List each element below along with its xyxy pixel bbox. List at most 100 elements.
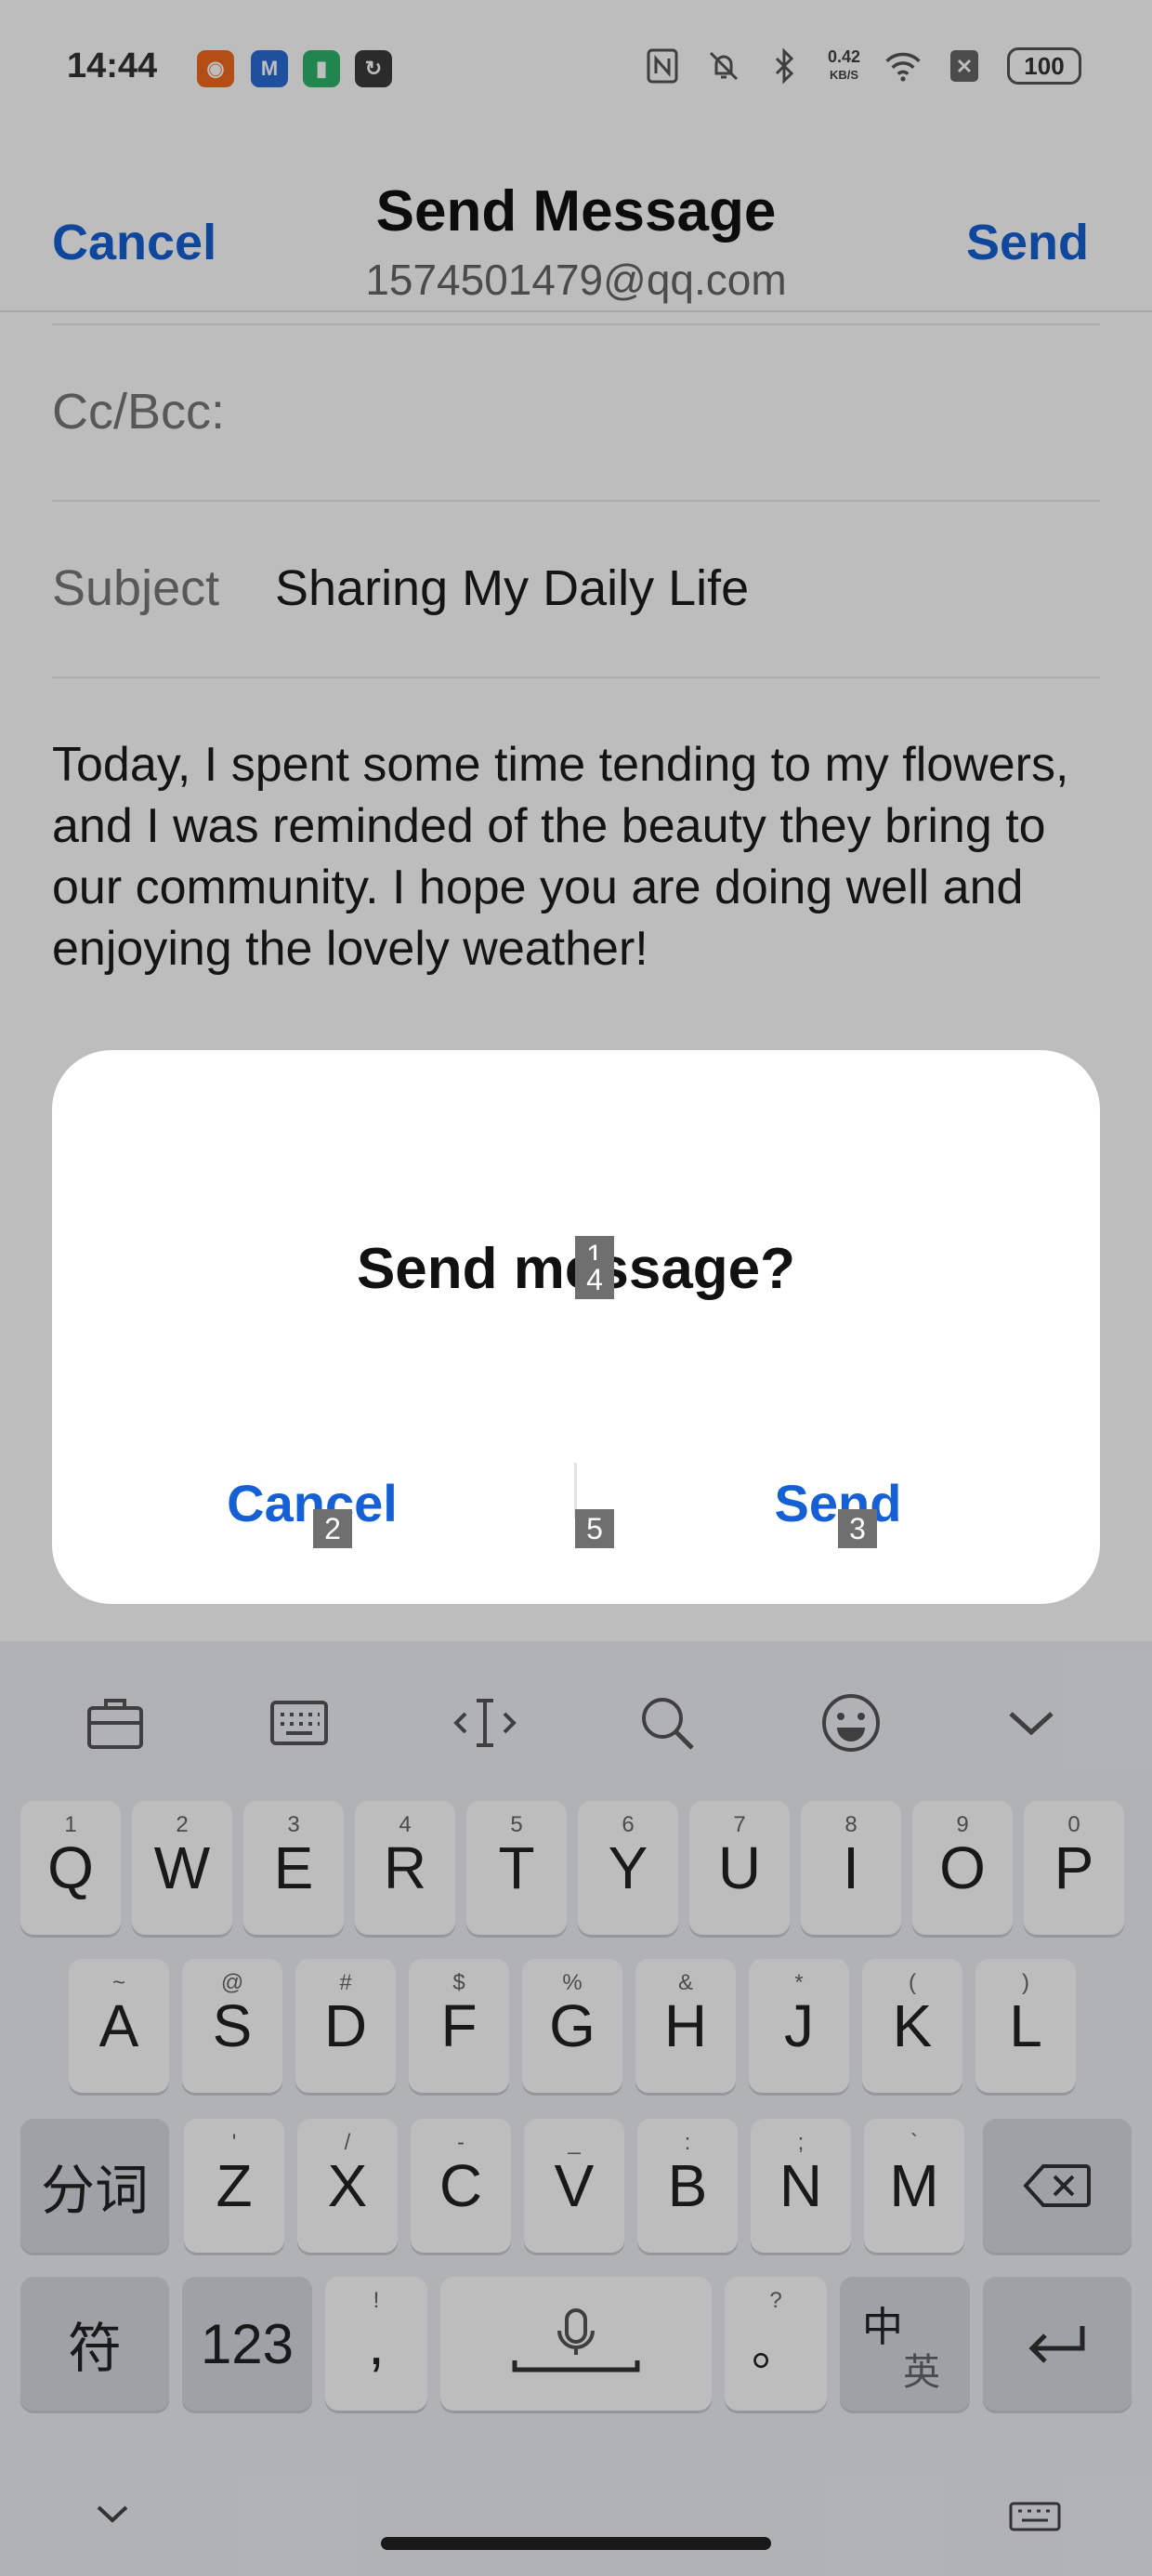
network-speed-unit: KB/S bbox=[829, 68, 858, 82]
symbol-key[interactable]: 符 bbox=[20, 2277, 169, 2411]
key-label: V bbox=[554, 2152, 595, 2219]
key-label: F bbox=[440, 1992, 478, 2059]
key-c[interactable]: -C bbox=[411, 2119, 511, 2253]
key-label: R bbox=[383, 1834, 427, 1901]
key-label: I bbox=[843, 1834, 859, 1901]
key-label: Q bbox=[47, 1834, 94, 1901]
keyboard-toolbar bbox=[0, 1641, 1152, 1799]
key-label: M bbox=[889, 2152, 939, 2219]
key-l[interactable]: ) L bbox=[975, 1959, 1076, 2093]
key-label: D bbox=[323, 1992, 368, 2059]
key-k[interactable]: (K bbox=[862, 1959, 962, 2093]
space-key[interactable] bbox=[440, 2277, 712, 2411]
key-b[interactable]: :B bbox=[637, 2119, 738, 2253]
key-hint: ( bbox=[909, 1970, 916, 1995]
key-u[interactable]: 7U bbox=[689, 1801, 790, 1935]
key-x[interactable]: / X bbox=[297, 2119, 398, 2253]
key-m[interactable]: ` M bbox=[864, 2119, 964, 2253]
key-hint: ' bbox=[231, 2130, 237, 2155]
status-bar: 14:44 ◉ M ▮ ↻ 0.42 KB/S 100 bbox=[0, 0, 1152, 139]
key-o[interactable]: 9O bbox=[912, 1801, 1013, 1935]
key-d[interactable]: # D bbox=[295, 1959, 396, 2093]
key-hint: - bbox=[457, 2130, 465, 2155]
collapse-icon[interactable] bbox=[994, 1686, 1068, 1760]
cursor-icon[interactable] bbox=[448, 1686, 522, 1760]
enter-key[interactable] bbox=[983, 2277, 1132, 2411]
key-label: H bbox=[663, 1992, 708, 2059]
key-hint: 0 bbox=[1067, 1812, 1080, 1837]
battery-indicator: 100 bbox=[1007, 47, 1081, 85]
key-hint: ` bbox=[910, 2130, 918, 2155]
key-h[interactable]: & H bbox=[635, 1959, 736, 2093]
key-f[interactable]: $ F bbox=[409, 1959, 509, 2093]
cc-bcc-field[interactable]: Cc/Bcc: bbox=[52, 325, 1100, 502]
key-hint: $ bbox=[452, 1970, 465, 1995]
key-a[interactable]: ~ A bbox=[69, 1959, 169, 2093]
language-switch-key[interactable]: 中 英 bbox=[840, 2277, 970, 2411]
recipient-row-divider bbox=[52, 314, 1100, 325]
dialog-cancel-button[interactable]: Cancel bbox=[52, 1459, 572, 1548]
keyboard-switch-icon[interactable] bbox=[1007, 2496, 1063, 2533]
key-label: U bbox=[717, 1834, 762, 1901]
soft-keyboard: 1 Q 2 W 3 E 4 R 5 T 6 Y 7 U 8 I 9 O 0 P ~ A @ S # D $ F% G & H * J(K) L ' Z… bbox=[0, 1641, 1152, 2576]
key-z[interactable]: ' Z bbox=[184, 2119, 284, 2253]
symbol-key-label: 符 bbox=[67, 2319, 122, 2379]
send-button[interactable]: Send bbox=[966, 214, 1089, 271]
keyboard-layout-icon[interactable] bbox=[262, 1686, 336, 1760]
key-label: L bbox=[1009, 1992, 1042, 2059]
network-speed: 0.42 KB/S bbox=[828, 48, 860, 84]
key-hint: 7 bbox=[733, 1812, 746, 1837]
key-label: Z bbox=[216, 2152, 253, 2219]
key-w[interactable]: 2W bbox=[132, 1801, 232, 1935]
language-key-en: 英 bbox=[903, 2352, 940, 2393]
key-hint: & bbox=[677, 1970, 693, 1995]
subject-input[interactable]: Sharing My Daily Life bbox=[275, 559, 749, 617]
battery-app-icon: ▮ bbox=[303, 50, 340, 87]
key-g[interactable]: % G bbox=[522, 1959, 622, 2093]
key-n[interactable]: ; N bbox=[751, 2119, 851, 2253]
key-s[interactable]: @ S bbox=[182, 1959, 282, 2093]
key-hint: @ bbox=[220, 1970, 244, 1995]
key-e[interactable]: 3E bbox=[243, 1801, 344, 1935]
gmail-icon: M bbox=[251, 50, 288, 87]
numbers-key[interactable]: 123 bbox=[182, 2277, 312, 2411]
key-label: O bbox=[939, 1834, 986, 1901]
key-t[interactable]: 5T bbox=[466, 1801, 567, 1935]
key-r[interactable]: 4R bbox=[355, 1801, 455, 1935]
network-speed-value: 0.42 bbox=[827, 47, 860, 66]
home-indicator[interactable] bbox=[381, 2537, 771, 2550]
marker-2: 2 bbox=[313, 1509, 352, 1548]
period-key-hint: ? bbox=[769, 2288, 782, 2313]
emoji-icon[interactable] bbox=[814, 1686, 888, 1760]
enter-icon bbox=[1028, 2326, 1085, 2363]
key-y[interactable]: 6Y bbox=[578, 1801, 678, 1935]
key-label: J bbox=[784, 1992, 814, 2059]
period-key-label: 。 bbox=[751, 2321, 800, 2376]
key-hint: 1 bbox=[64, 1812, 77, 1837]
key-label: Y bbox=[608, 1834, 648, 1901]
key-v[interactable]: _ V bbox=[524, 2119, 624, 2253]
subject-field[interactable]: Subject Sharing My Daily Life bbox=[52, 502, 1100, 678]
message-body[interactable]: Today, I spent some time tending to my f… bbox=[52, 734, 1100, 979]
clipboard-icon[interactable] bbox=[78, 1686, 152, 1760]
period-key[interactable]: ? 。 bbox=[725, 2277, 827, 2411]
key-j[interactable]: * J bbox=[749, 1959, 849, 2093]
key-p[interactable]: 0P bbox=[1024, 1801, 1124, 1935]
backspace-key[interactable] bbox=[983, 2119, 1132, 2253]
key-label: B bbox=[667, 2152, 708, 2219]
key-q[interactable]: 1Q bbox=[20, 1801, 121, 1935]
key-hint: 5 bbox=[510, 1812, 523, 1837]
segment-key[interactable]: 分词 bbox=[20, 2119, 169, 2253]
search-icon[interactable] bbox=[630, 1686, 704, 1760]
nfc-icon bbox=[644, 47, 681, 85]
hide-keyboard-icon[interactable] bbox=[89, 2496, 136, 2533]
comma-key[interactable]: ! , bbox=[325, 2277, 427, 2411]
key-i[interactable]: 8I bbox=[801, 1801, 901, 1935]
key-label: P bbox=[1054, 1834, 1094, 1901]
status-time: 14:44 bbox=[67, 46, 158, 85]
status-indicators: 0.42 KB/S 100 bbox=[644, 45, 1081, 87]
key-label: K bbox=[892, 1992, 933, 2059]
key-hint: % bbox=[562, 1970, 583, 1995]
key-hint: 4 bbox=[399, 1812, 412, 1837]
key-hint: 9 bbox=[956, 1812, 969, 1837]
